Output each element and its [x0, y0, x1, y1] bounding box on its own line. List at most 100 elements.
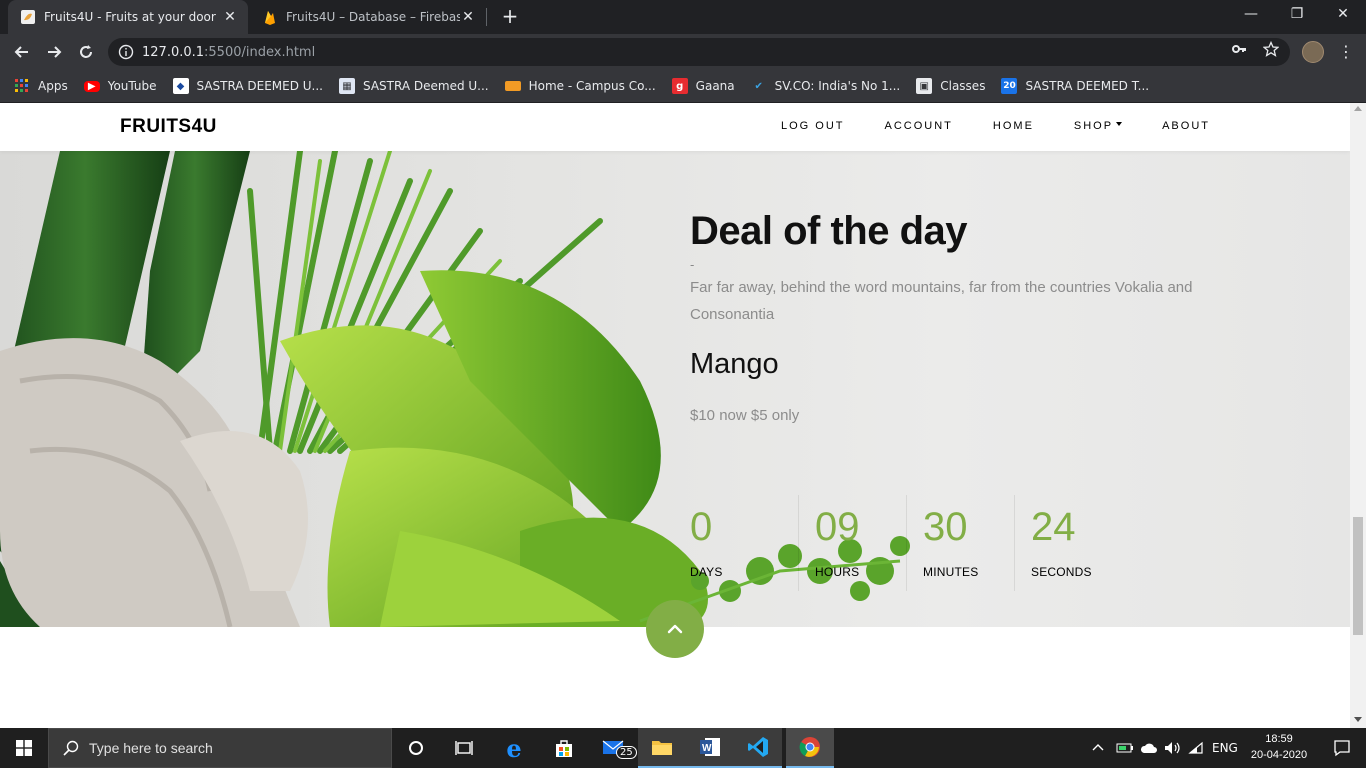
key-icon[interactable]	[1230, 40, 1248, 58]
windows-start-icon[interactable]	[0, 728, 48, 768]
scroll-up-arrow-icon[interactable]	[1354, 106, 1362, 111]
tab-title: Fruits4U – Database – Firebase co	[286, 10, 460, 24]
bookmark-label: Apps	[38, 79, 68, 93]
tab-strip: Fruits4U - Fruits at your door ✕ Fruits4…	[0, 0, 1366, 34]
deal-description: Far far away, behind the word mountains,…	[690, 279, 1193, 323]
bookmark-classes[interactable]: ▣ Classes	[916, 78, 985, 94]
reload-icon[interactable]	[72, 38, 100, 66]
timer-value: 09	[815, 505, 860, 549]
language-indicator[interactable]: ENG	[1212, 728, 1238, 768]
bookmark-star-icon[interactable]	[1262, 40, 1280, 58]
forward-icon[interactable]	[40, 38, 68, 66]
close-tab-icon[interactable]: ✕	[222, 9, 238, 25]
bookmark-label: Home - Campus Co...	[528, 79, 656, 93]
bookmark-label: SV.CO: India's No 1...	[774, 79, 901, 93]
file-explorer-icon[interactable]	[638, 728, 686, 768]
clock-time: 18:59	[1265, 733, 1293, 745]
edge-icon[interactable]: e	[490, 728, 538, 768]
tray-overflow-icon[interactable]	[1092, 728, 1104, 768]
battery-icon[interactable]	[1116, 728, 1134, 768]
url-host: 127.0.0.1	[142, 44, 205, 60]
bookmark-youtube[interactable]: ▶ YouTube	[83, 79, 157, 93]
deal-title: Deal of the day	[690, 209, 968, 253]
nav-home[interactable]: HOME	[993, 120, 1034, 132]
bookmark-label: Classes	[940, 79, 986, 93]
timer-seconds: 24 SECONDS	[1014, 495, 1122, 591]
tab-title: Fruits4U - Fruits at your door	[44, 10, 216, 24]
dropdown-caret-icon	[1116, 122, 1123, 126]
calendar-icon: 20	[1001, 78, 1018, 94]
browser-menu-icon[interactable]: ⋮	[1338, 42, 1354, 62]
back-icon[interactable]	[8, 38, 36, 66]
sastra-icon: ◆	[172, 78, 189, 94]
nav-logout[interactable]: LOG OUT	[781, 120, 845, 132]
volume-icon[interactable]	[1164, 728, 1182, 768]
bookmark-label: YouTube	[107, 79, 157, 93]
notification-icon[interactable]	[1318, 728, 1366, 768]
bookmark-gaana[interactable]: g Gaana	[671, 78, 735, 94]
browser-toolbar: 127.0.0.1:5500/index.html	[0, 34, 1366, 70]
taskbar-search-placeholder: Type here to search	[89, 740, 213, 756]
deal-divider: -	[690, 258, 695, 272]
bookmark-label: SASTRA DEEMED U...	[196, 79, 324, 93]
scroll-down-arrow-icon[interactable]	[1354, 717, 1362, 722]
bookmark-sastra-3[interactable]: 20 SASTRA DEEMED T...	[1001, 78, 1149, 94]
bookmark-svco[interactable]: ✔ SV.CO: India's No 1...	[751, 78, 901, 94]
fruits4u-favicon	[21, 10, 35, 24]
tab-fruits4u[interactable]: Fruits4U - Fruits at your door ✕	[8, 0, 248, 34]
site-navbar: FRUITS4U LOG OUT ACCOUNT HOME SHOP ABOUT	[0, 103, 1350, 151]
nav-shop-label: SHOP	[1073, 120, 1114, 132]
timer-minutes: 30 MINUTES	[906, 495, 1014, 591]
timer-label: DAYS	[690, 565, 723, 579]
timer-label: MINUTES	[923, 565, 979, 579]
search-icon	[63, 740, 79, 756]
site-info-icon[interactable]	[118, 44, 134, 60]
nav-account[interactable]: ACCOUNT	[885, 120, 953, 132]
page-viewport: FRUITS4U LOG OUT ACCOUNT HOME SHOP ABOUT	[0, 103, 1350, 728]
apps-grid-icon	[14, 78, 30, 94]
taskbar-clock[interactable]: 18:59 20-04-2020	[1248, 731, 1310, 763]
nav-shop[interactable]: SHOP	[1073, 120, 1123, 132]
new-tab-button[interactable]: +	[498, 4, 522, 28]
mail-badge: 25	[616, 746, 637, 759]
deal-product-name: Mango	[690, 348, 779, 380]
bookmark-sastra-1[interactable]: ◆ SASTRA DEEMED U...	[172, 78, 324, 94]
nav-about[interactable]: ABOUT	[1162, 120, 1210, 132]
timer-hours: 09 HOURS	[798, 495, 906, 591]
scroll-to-top-button[interactable]	[646, 600, 704, 658]
bookmark-sastra-2[interactable]: ▦ SASTRA Deemed U...	[339, 78, 489, 94]
timer-value: 24	[1031, 505, 1076, 549]
mail-icon[interactable]: 25	[590, 728, 638, 768]
classes-icon: ▣	[916, 78, 933, 94]
close-tab-icon[interactable]: ✕	[460, 9, 476, 25]
restore-icon[interactable]: ❐	[1274, 0, 1320, 30]
chevron-up-icon	[667, 624, 683, 634]
store-icon[interactable]	[540, 728, 588, 768]
bookmark-apps[interactable]: Apps	[14, 78, 68, 94]
close-window-icon[interactable]: ✕	[1320, 0, 1366, 30]
scrollbar-thumb[interactable]	[1353, 517, 1363, 635]
taskbar-search[interactable]: Type here to search	[48, 728, 392, 768]
vscode-icon[interactable]	[734, 728, 782, 768]
site-nav-links: LOG OUT ACCOUNT HOME SHOP ABOUT	[741, 120, 1210, 132]
profile-avatar[interactable]	[1302, 41, 1324, 63]
deal-of-the-day-section: Deal of the day - Far far away, behind t…	[0, 151, 1350, 627]
bookmark-label: SASTRA DEEMED T...	[1025, 79, 1150, 93]
minimize-icon[interactable]: —	[1228, 0, 1274, 30]
address-bar[interactable]: 127.0.0.1:5500/index.html	[108, 38, 1290, 66]
cortana-icon[interactable]	[392, 728, 440, 768]
url-path: :5500/index.html	[204, 44, 316, 60]
svco-icon: ✔	[754, 80, 763, 92]
task-view-icon[interactable]	[440, 728, 488, 768]
cloud-icon[interactable]	[1140, 728, 1158, 768]
gaana-icon: g	[671, 78, 688, 94]
wifi-icon[interactable]	[1188, 728, 1204, 768]
word-icon[interactable]: W	[686, 728, 734, 768]
page-scrollbar[interactable]	[1350, 103, 1366, 728]
youtube-icon: ▶	[83, 80, 100, 92]
bookmark-campus[interactable]: Home - Campus Co...	[504, 79, 656, 93]
site-brand[interactable]: FRUITS4U	[120, 116, 217, 138]
chrome-icon[interactable]	[786, 728, 834, 768]
tab-firebase[interactable]: Fruits4U – Database – Firebase co ✕	[250, 0, 486, 34]
tab-separator	[486, 8, 487, 26]
